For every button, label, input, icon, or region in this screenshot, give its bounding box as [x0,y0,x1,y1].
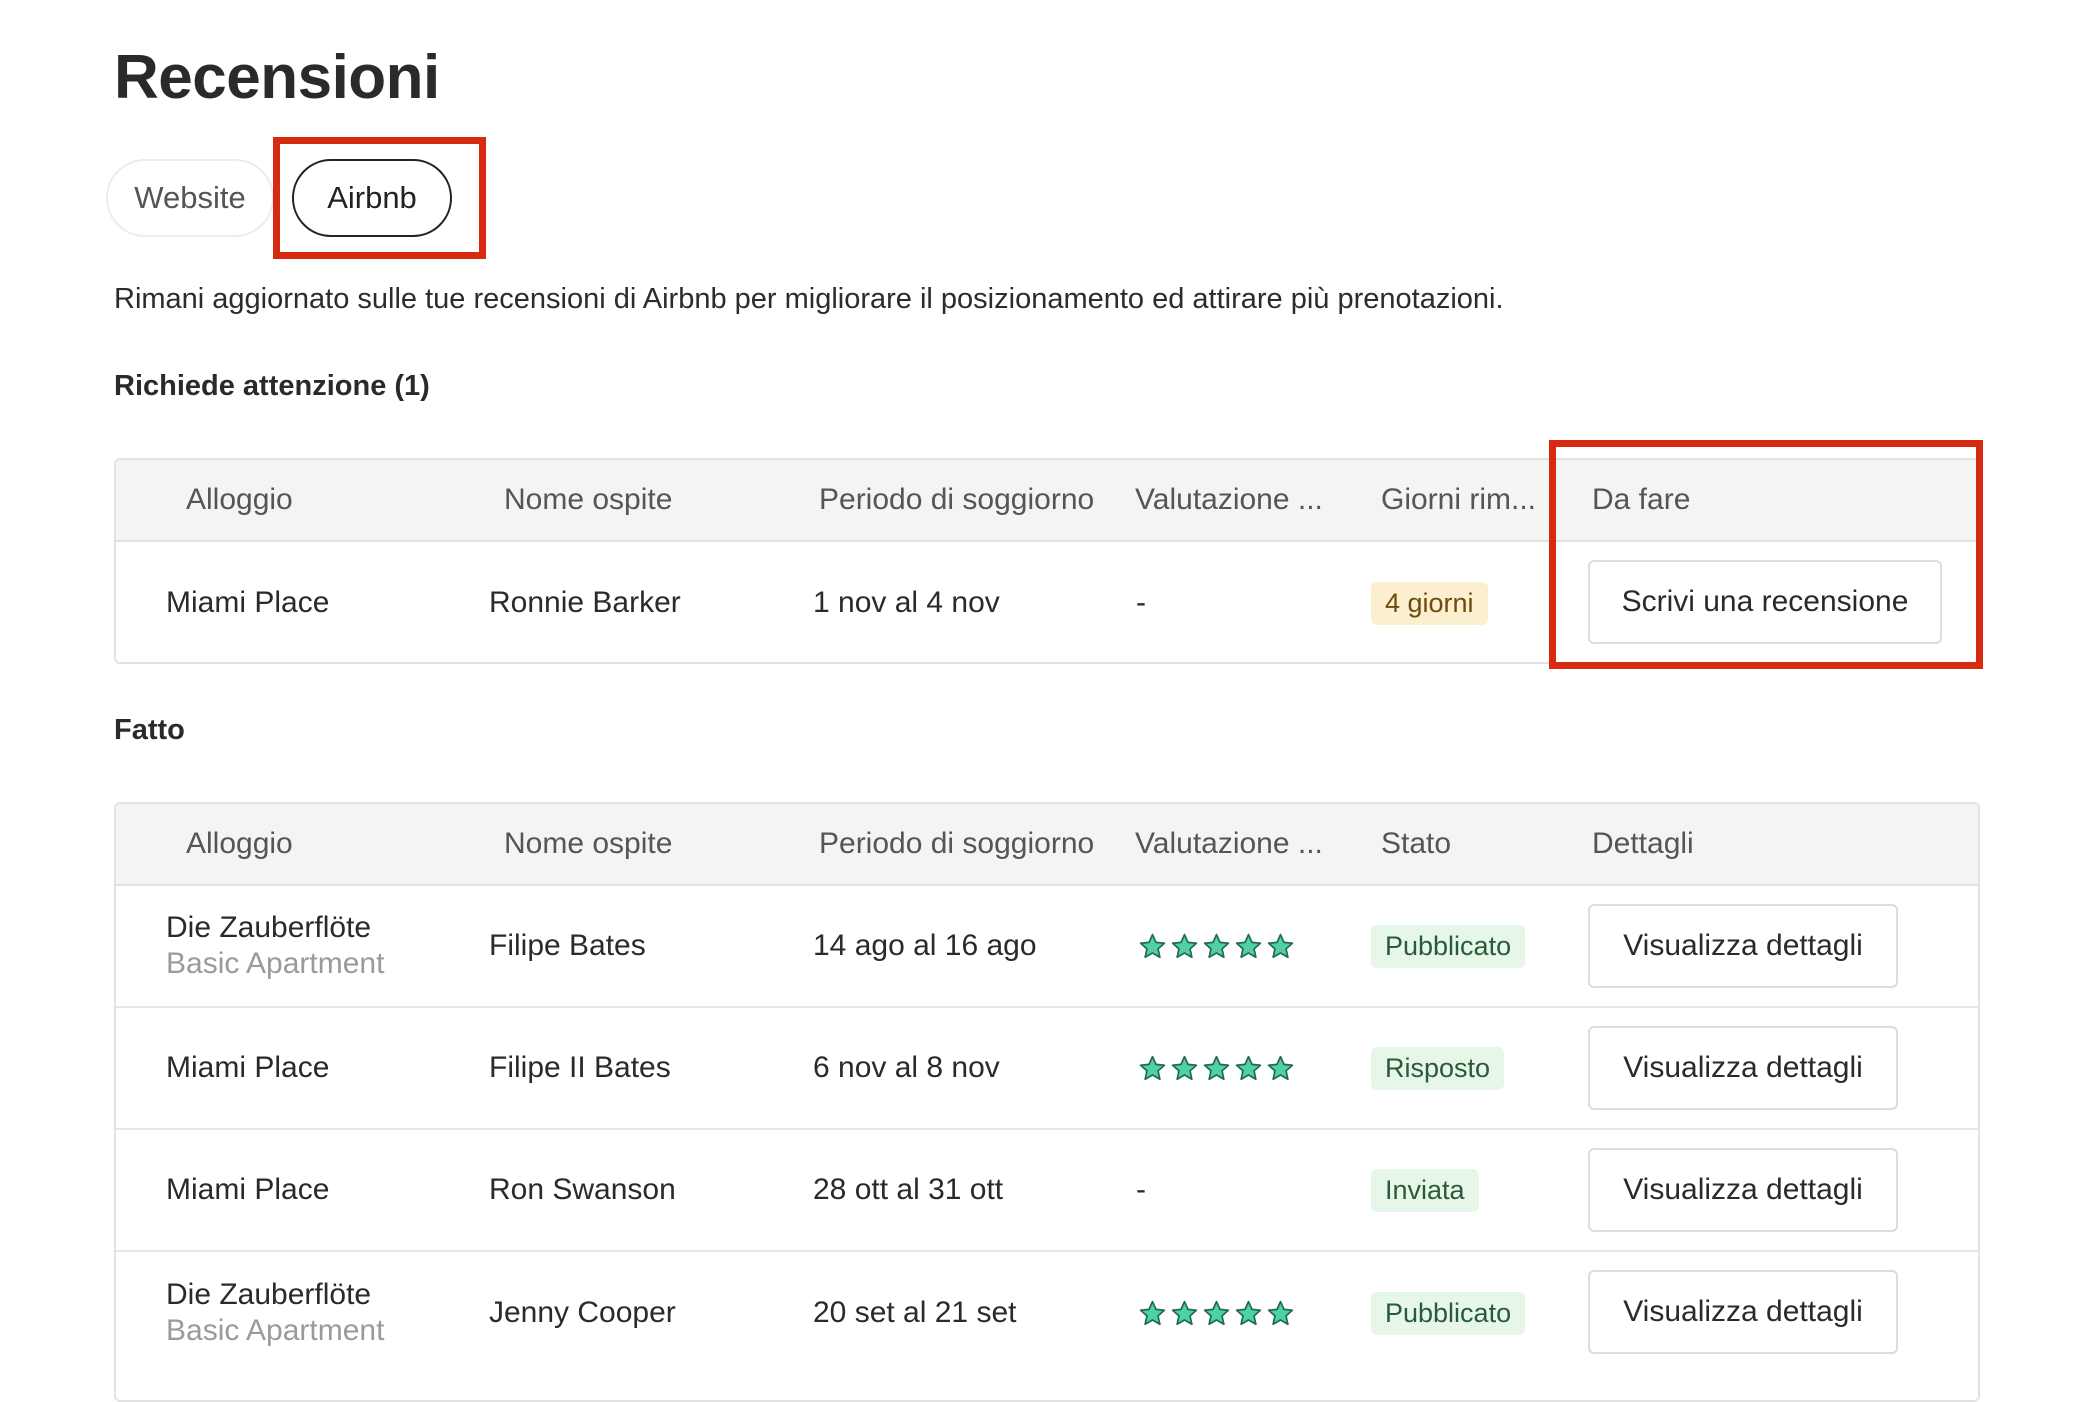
column-header-property[interactable]: Alloggio [186,460,293,540]
star-icon [1267,1055,1294,1080]
tab-website[interactable]: Website [106,159,274,237]
section-title-done: Fatto [114,714,185,746]
status-badge: Pubblicato [1371,924,1526,968]
property-name: Miami Place [166,1173,330,1206]
status-cell: Risposto [1371,1008,1505,1128]
highlight-box-todo-column [1549,440,1983,669]
status-badge: Risposto [1371,1046,1505,1090]
rating-cell [1138,1008,1295,1128]
status-badge: Inviata [1371,1168,1479,1212]
star-rating [1138,1299,1295,1328]
rating-cell [1138,1252,1295,1374]
property-cell: Miami Place [166,1130,329,1250]
guest-name: Filipe Bates [489,929,646,962]
property-unit: Basic Apartment [166,947,385,980]
status-badge: Pubblicato [1371,1291,1526,1335]
stay-period: 6 nov al 8 nov [813,1051,1000,1084]
guest-name: Filipe II Bates [489,1051,671,1084]
status-cell: Inviata [1371,1130,1479,1250]
star-icon [1171,1055,1198,1080]
view-details-button[interactable]: Visualizza dettagli [1588,1148,1898,1232]
table-row: Miami Place Filipe II Bates 6 nov al 8 n… [116,1008,1978,1130]
star-rating [1138,932,1295,961]
view-details-button[interactable]: Visualizza dettagli [1588,1270,1898,1354]
done-table: Alloggio Nome ospite Periodo di soggiorn… [114,802,1980,1402]
done-table-header: Alloggio Nome ospite Periodo di soggiorn… [116,804,1978,886]
stay-period: 28 ott al 31 ott [813,1173,1004,1206]
page-title: Recensioni [114,43,440,112]
table-row: Die Zauberflöte Basic Apartment Jenny Co… [116,1252,1978,1374]
status-cell: Pubblicato [1371,1252,1526,1374]
property-name: Die Zauberflöte [166,1278,372,1311]
days-left-cell: 4 giorni [1371,542,1488,662]
star-icon [1235,1055,1262,1080]
star-icon [1235,933,1262,958]
table-row: Miami Place Ron Swanson 28 ott al 31 ott… [116,1130,1978,1252]
property-unit: Basic Apartment [166,1314,385,1347]
star-icon [1139,933,1166,958]
property-cell: Miami Place [166,1008,329,1128]
stay-period: 20 set al 21 set [813,1296,1017,1329]
property-name: Die Zauberflöte [166,911,372,944]
days-left-badge: 4 giorni [1371,581,1488,625]
stay-period: 14 ago al 16 ago [813,929,1037,962]
stay-period: 1 nov al 4 nov [813,586,1000,619]
column-header-property[interactable]: Alloggio [186,804,293,884]
property-cell: Die Zauberflöte Basic Apartment [166,1252,384,1374]
column-header-guest[interactable]: Nome ospite [504,460,672,540]
guest-name: Jenny Cooper [489,1296,676,1329]
column-header-days-left[interactable]: Giorni rim... [1381,460,1536,540]
property-name: Miami Place [166,586,330,619]
column-header-rating[interactable]: Valutazione ... [1135,804,1323,884]
column-header-period[interactable]: Periodo di soggiorno [819,460,1094,540]
view-details-button[interactable]: Visualizza dettagli [1588,904,1898,988]
star-icon [1203,1300,1230,1325]
star-icon [1139,1300,1166,1325]
guest-name: Ronnie Barker [489,586,681,619]
star-icon [1235,1300,1262,1325]
rating-cell [1138,886,1295,1006]
view-details-button[interactable]: Visualizza dettagli [1588,1026,1898,1110]
star-icon [1139,1055,1166,1080]
rating-value: - [1136,586,1146,619]
guest-name: Ron Swanson [489,1173,676,1206]
highlight-box-airbnb-tab [273,137,486,259]
page-description: Rimani aggiornato sulle tue recensioni d… [114,283,1504,315]
column-header-period[interactable]: Periodo di soggiorno [819,804,1094,884]
section-title-attention: Richiede attenzione (1) [114,370,430,402]
property-name: Miami Place [166,1051,330,1084]
star-rating [1138,1054,1295,1083]
column-header-status[interactable]: Stato [1381,804,1451,884]
star-icon [1267,1300,1294,1325]
star-icon [1171,933,1198,958]
star-icon [1267,933,1294,958]
star-icon [1171,1300,1198,1325]
column-header-details[interactable]: Dettagli [1592,804,1694,884]
star-icon [1203,933,1230,958]
table-row: Die Zauberflöte Basic Apartment Filipe B… [116,886,1978,1008]
column-header-rating[interactable]: Valutazione ... [1135,460,1323,540]
property-cell: Die Zauberflöte Basic Apartment [166,886,384,1006]
rating-value: - [1136,1173,1146,1206]
column-header-guest[interactable]: Nome ospite [504,804,672,884]
star-icon [1203,1055,1230,1080]
status-cell: Pubblicato [1371,886,1526,1006]
